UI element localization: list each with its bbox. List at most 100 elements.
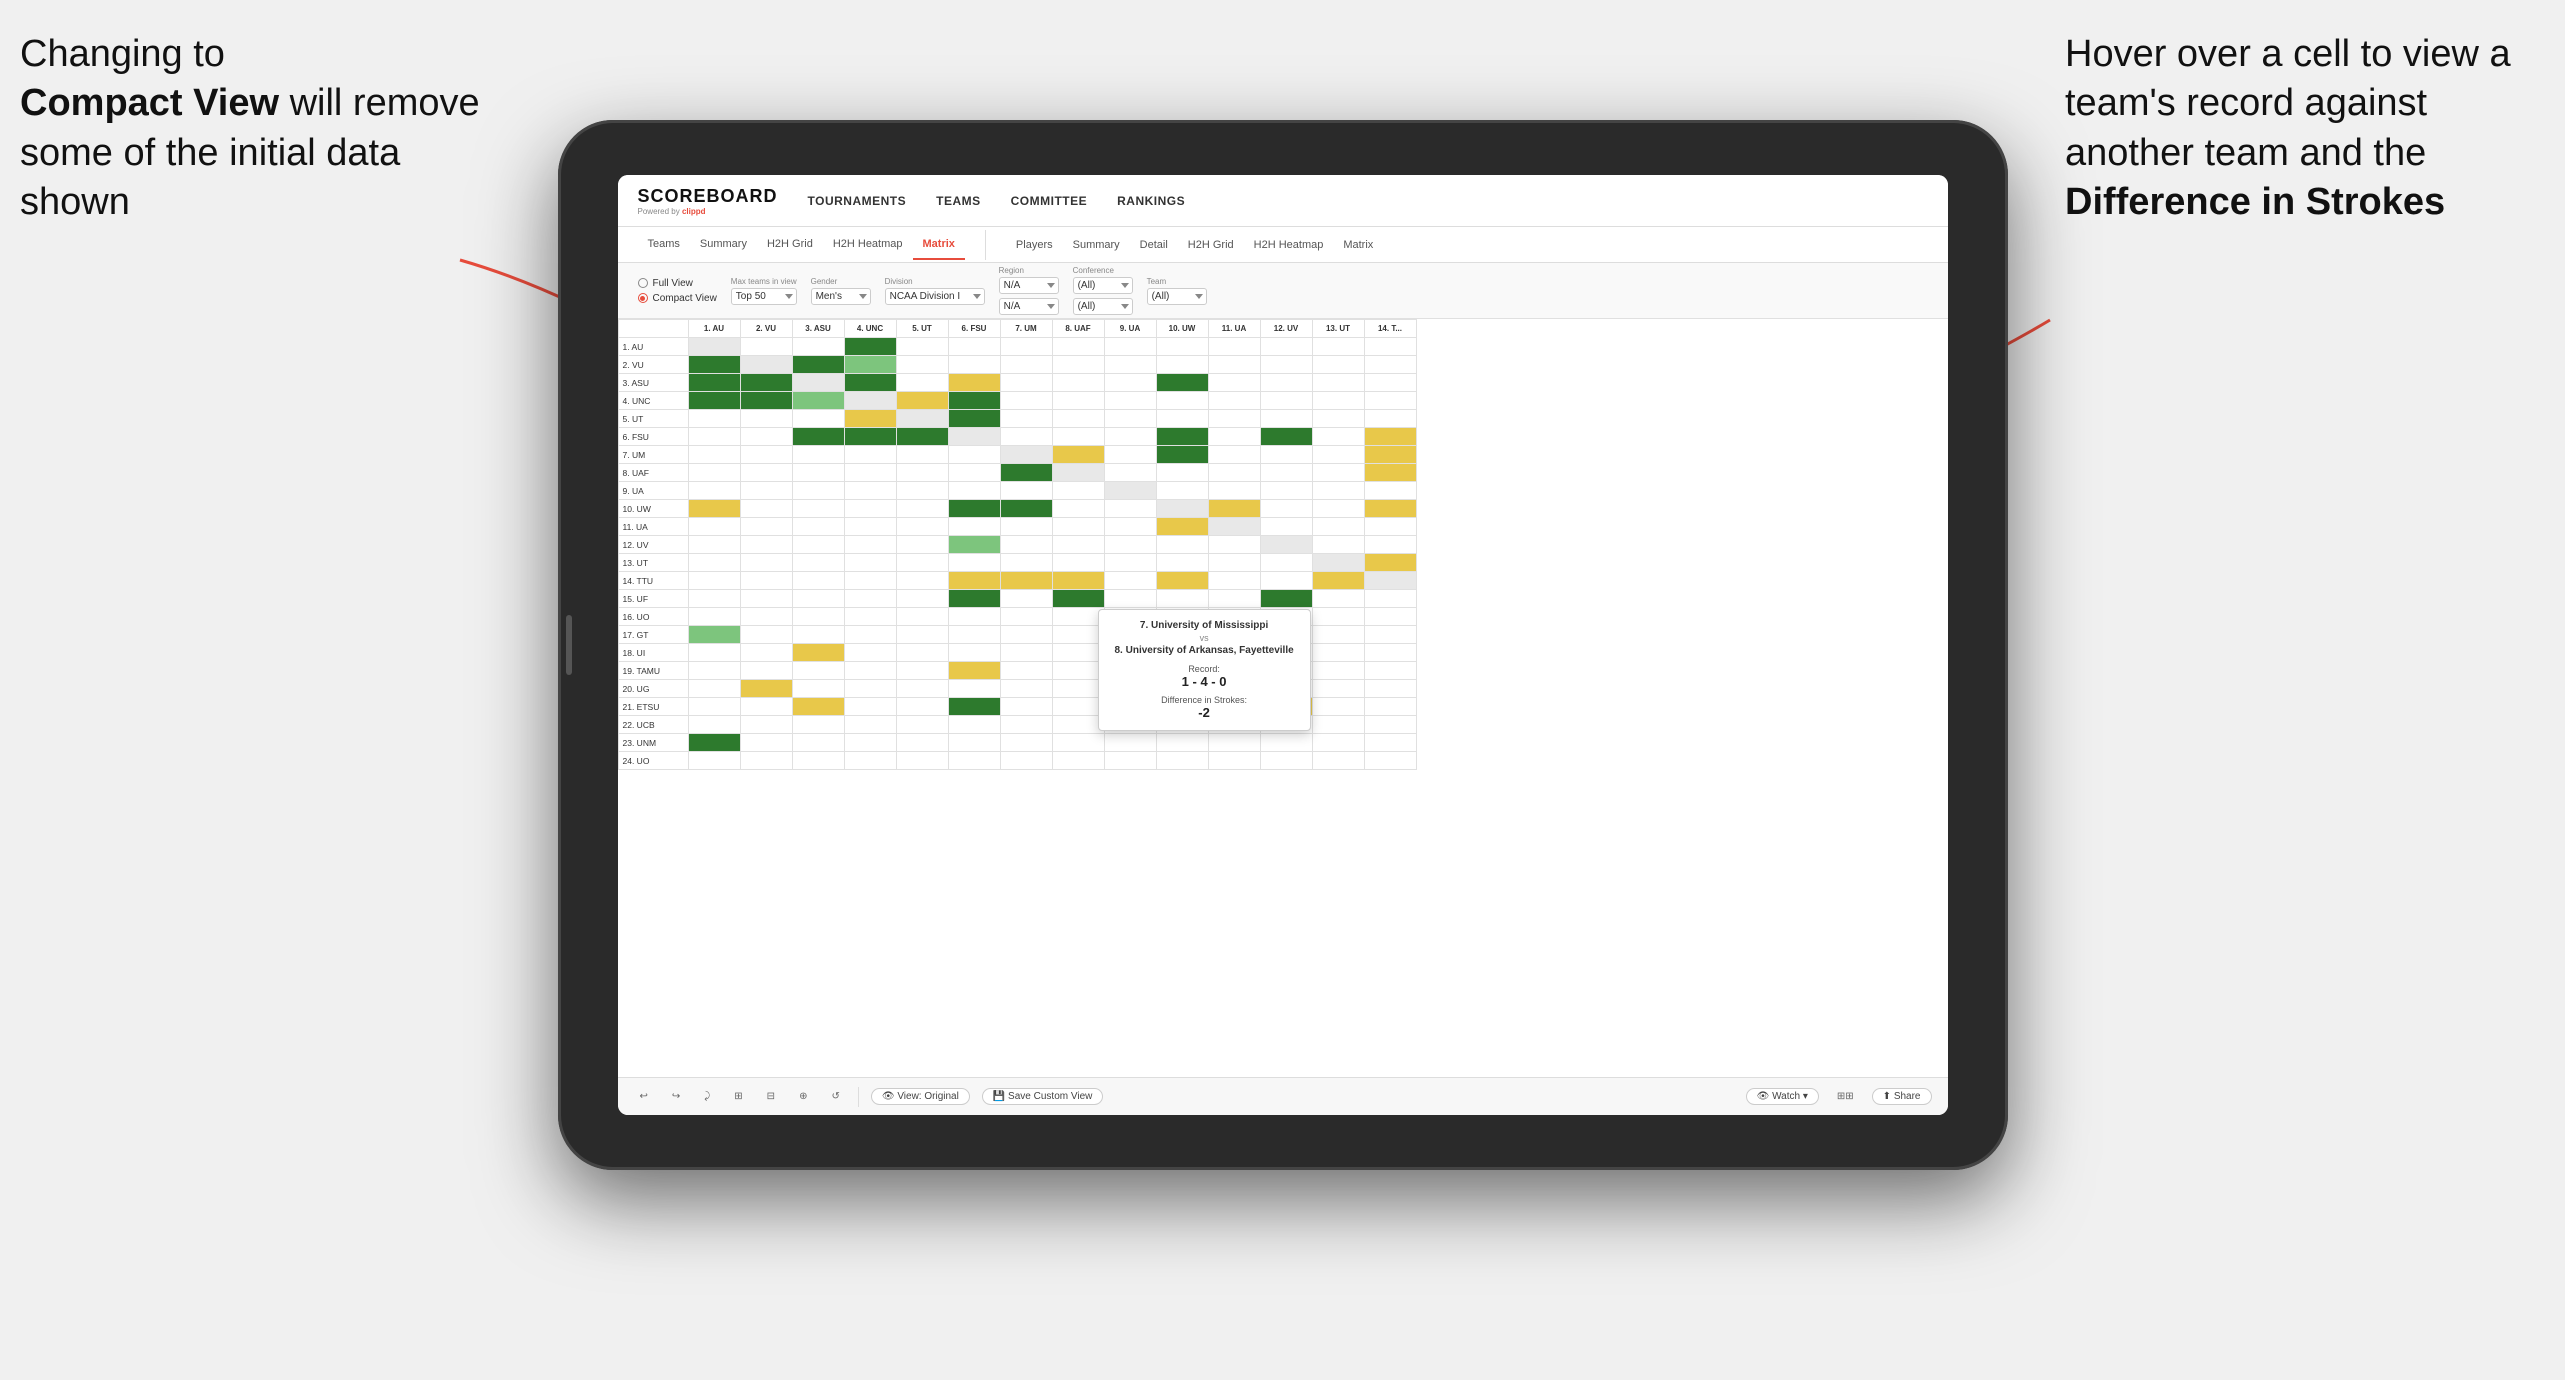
matrix-cell[interactable] bbox=[1208, 482, 1260, 500]
matrix-cell[interactable] bbox=[1156, 356, 1208, 374]
matrix-cell[interactable] bbox=[896, 572, 948, 590]
matrix-cell[interactable] bbox=[844, 716, 896, 734]
matrix-cell[interactable] bbox=[1208, 734, 1260, 752]
matrix-cell[interactable] bbox=[792, 428, 844, 446]
matrix-cell[interactable] bbox=[844, 356, 896, 374]
matrix-cell[interactable] bbox=[844, 608, 896, 626]
matrix-cell[interactable] bbox=[1104, 500, 1156, 518]
matrix-cell[interactable] bbox=[844, 662, 896, 680]
matrix-cell[interactable] bbox=[1104, 482, 1156, 500]
matrix-cell[interactable] bbox=[1156, 536, 1208, 554]
division-select[interactable]: NCAA Division I bbox=[885, 288, 985, 305]
matrix-cell[interactable] bbox=[1000, 428, 1052, 446]
matrix-cell[interactable] bbox=[1000, 698, 1052, 716]
matrix-cell[interactable] bbox=[844, 572, 896, 590]
matrix-cell[interactable] bbox=[1364, 554, 1416, 572]
matrix-cell[interactable] bbox=[1260, 392, 1312, 410]
matrix-cell[interactable] bbox=[1000, 752, 1052, 770]
matrix-cell[interactable] bbox=[688, 752, 740, 770]
matrix-cell[interactable] bbox=[740, 626, 792, 644]
save-custom-btn[interactable]: 💾 Save Custom View bbox=[982, 1088, 1104, 1105]
matrix-cell[interactable] bbox=[1000, 518, 1052, 536]
matrix-cell[interactable] bbox=[1364, 572, 1416, 590]
tool-btn-4[interactable]: ⊕ bbox=[793, 1088, 813, 1105]
conference-select2[interactable]: (All) bbox=[1073, 298, 1133, 315]
matrix-cell[interactable] bbox=[948, 536, 1000, 554]
matrix-cell[interactable] bbox=[844, 734, 896, 752]
matrix-cell[interactable] bbox=[896, 482, 948, 500]
radio-compact-view[interactable]: Compact View bbox=[638, 293, 717, 304]
matrix-cell[interactable] bbox=[740, 716, 792, 734]
matrix-cell[interactable] bbox=[896, 698, 948, 716]
matrix-cell[interactable] bbox=[1000, 608, 1052, 626]
team-select[interactable]: (All) bbox=[1147, 288, 1207, 305]
matrix-cell[interactable] bbox=[1156, 518, 1208, 536]
matrix-cell[interactable] bbox=[1052, 536, 1104, 554]
matrix-cell[interactable] bbox=[844, 536, 896, 554]
matrix-cell[interactable] bbox=[1052, 518, 1104, 536]
matrix-cell[interactable] bbox=[1052, 698, 1104, 716]
matrix-cell[interactable] bbox=[792, 464, 844, 482]
matrix-cell[interactable] bbox=[1312, 428, 1364, 446]
matrix-cell[interactable] bbox=[688, 356, 740, 374]
matrix-cell[interactable] bbox=[948, 554, 1000, 572]
matrix-cell[interactable] bbox=[1364, 356, 1416, 374]
matrix-cell[interactable] bbox=[792, 626, 844, 644]
matrix-cell[interactable] bbox=[1156, 464, 1208, 482]
matrix-cell[interactable] bbox=[688, 680, 740, 698]
radio-full-view[interactable]: Full View bbox=[638, 278, 717, 289]
matrix-cell[interactable] bbox=[896, 608, 948, 626]
sub-tab-matrix-left[interactable]: Matrix bbox=[913, 230, 965, 260]
tool-btn-1[interactable]: ⤸ bbox=[698, 1088, 716, 1105]
matrix-cell[interactable] bbox=[792, 410, 844, 428]
matrix-cell[interactable] bbox=[740, 464, 792, 482]
matrix-cell[interactable] bbox=[1104, 518, 1156, 536]
matrix-cell[interactable] bbox=[1052, 608, 1104, 626]
matrix-cell[interactable] bbox=[1052, 500, 1104, 518]
matrix-cell[interactable] bbox=[844, 464, 896, 482]
matrix-cell[interactable] bbox=[1000, 500, 1052, 518]
matrix-cell[interactable] bbox=[948, 716, 1000, 734]
matrix-cell[interactable] bbox=[948, 752, 1000, 770]
matrix-cell[interactable] bbox=[896, 734, 948, 752]
matrix-cell[interactable] bbox=[792, 752, 844, 770]
matrix-cell[interactable] bbox=[1000, 464, 1052, 482]
matrix-cell[interactable] bbox=[1260, 500, 1312, 518]
watch-btn[interactable]: 👁 Watch ▾ bbox=[1746, 1088, 1819, 1105]
matrix-cell[interactable] bbox=[844, 428, 896, 446]
matrix-cell[interactable] bbox=[1156, 752, 1208, 770]
matrix-cell[interactable] bbox=[948, 500, 1000, 518]
matrix-cell[interactable] bbox=[792, 680, 844, 698]
matrix-cell[interactable] bbox=[1260, 572, 1312, 590]
matrix-cell[interactable] bbox=[688, 392, 740, 410]
matrix-cell[interactable] bbox=[948, 356, 1000, 374]
matrix-cell[interactable] bbox=[896, 644, 948, 662]
matrix-cell[interactable] bbox=[740, 698, 792, 716]
matrix-cell[interactable] bbox=[948, 572, 1000, 590]
matrix-cell[interactable] bbox=[948, 662, 1000, 680]
matrix-cell[interactable] bbox=[740, 338, 792, 356]
matrix-cell[interactable] bbox=[1052, 716, 1104, 734]
conference-select[interactable]: (All) bbox=[1073, 277, 1133, 294]
matrix-cell[interactable] bbox=[948, 464, 1000, 482]
matrix-cell[interactable] bbox=[844, 626, 896, 644]
matrix-cell[interactable] bbox=[1000, 338, 1052, 356]
matrix-cell[interactable] bbox=[1260, 590, 1312, 608]
max-teams-select[interactable]: Top 50 bbox=[731, 288, 797, 305]
matrix-cell[interactable] bbox=[1364, 662, 1416, 680]
matrix-cell[interactable] bbox=[688, 338, 740, 356]
matrix-cell[interactable] bbox=[1208, 572, 1260, 590]
matrix-cell[interactable] bbox=[688, 464, 740, 482]
matrix-cell[interactable] bbox=[688, 590, 740, 608]
matrix-cell[interactable] bbox=[948, 626, 1000, 644]
gender-select[interactable]: Men's bbox=[811, 288, 871, 305]
matrix-cell[interactable] bbox=[1000, 536, 1052, 554]
nav-committee[interactable]: COMMITTEE bbox=[1011, 190, 1088, 212]
matrix-cell[interactable] bbox=[688, 698, 740, 716]
matrix-cell[interactable] bbox=[792, 662, 844, 680]
matrix-cell[interactable] bbox=[1364, 716, 1416, 734]
matrix-cell[interactable] bbox=[1260, 446, 1312, 464]
sub-tab-summary[interactable]: Summary bbox=[690, 230, 757, 260]
matrix-cell[interactable] bbox=[792, 644, 844, 662]
matrix-cell[interactable] bbox=[896, 428, 948, 446]
